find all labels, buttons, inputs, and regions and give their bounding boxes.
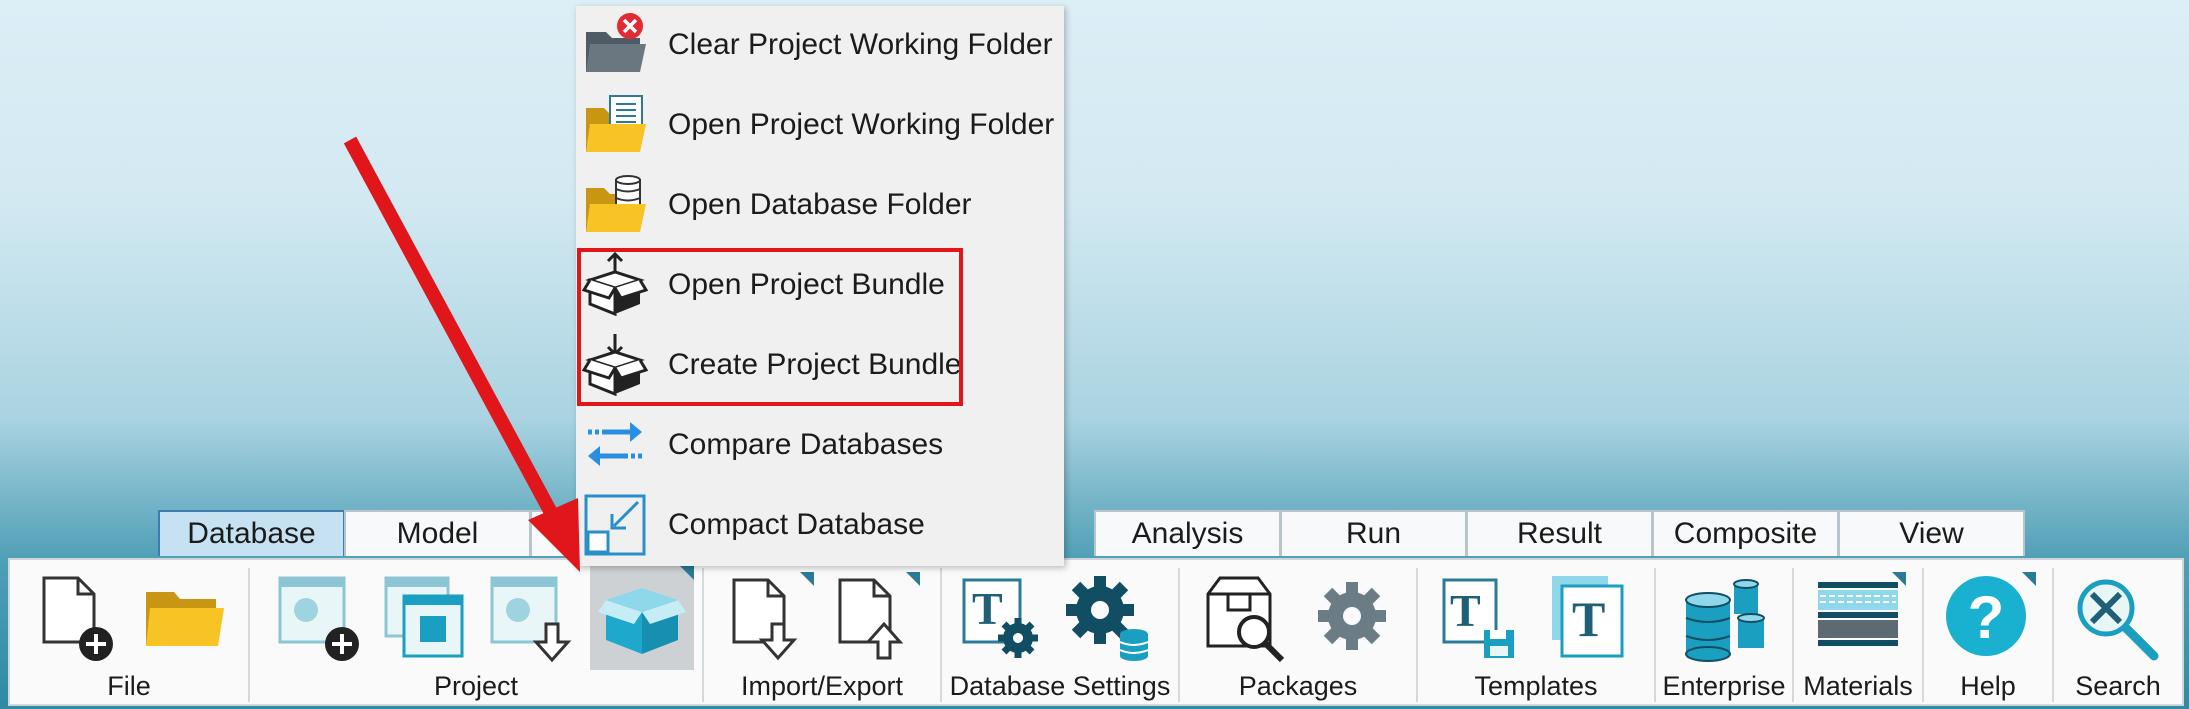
packages-group: Packages	[1180, 560, 1416, 704]
tab-run[interactable]: Run	[1280, 510, 1467, 556]
templates-group: T T Templates	[1418, 560, 1654, 704]
tab-composite[interactable]: Composite	[1652, 510, 1839, 556]
compact-icon	[582, 492, 648, 558]
enterprise-group-label: Enterprise	[1662, 671, 1786, 701]
folder-clear-icon	[582, 12, 648, 78]
tab-database[interactable]: Database	[158, 510, 345, 556]
menu-item-open-database-folder[interactable]: Open Database Folder	[576, 166, 1064, 244]
search-group: Search	[2054, 560, 2182, 704]
dropdown-indicator	[1892, 572, 1906, 586]
materials-button[interactable]	[1810, 572, 1906, 666]
new-file-button[interactable]	[30, 572, 126, 666]
packages-group-label: Packages	[1238, 671, 1358, 701]
svg-text:T: T	[1572, 591, 1605, 647]
help-group: ? Help	[1924, 560, 2052, 704]
search-group-label: Search	[2075, 671, 2161, 701]
open-folder-icon	[146, 592, 224, 646]
menu-item-compact-database[interactable]: Compact Database	[576, 486, 1064, 564]
import-project-button[interactable]	[484, 572, 580, 666]
file-group-label: File	[107, 671, 151, 701]
search-icon	[2077, 579, 2159, 661]
dropdown-indicator	[2022, 572, 2036, 586]
database-gear-button[interactable]	[1062, 572, 1158, 666]
import-export-group-label: Import/Export	[740, 671, 904, 701]
menu-item-label: Open Project Working Folder	[668, 108, 1055, 141]
templates-button[interactable]: T	[1540, 572, 1636, 666]
template-stack-icon: T	[1552, 576, 1624, 658]
open-project-icon	[384, 576, 464, 658]
text-gear-icon: T	[962, 578, 1038, 658]
enterprise-button[interactable]	[1676, 572, 1772, 666]
import-project-icon	[490, 576, 572, 663]
save-template-button[interactable]: T	[1434, 572, 1530, 666]
tab-view[interactable]: View	[1838, 510, 2025, 556]
project-group: Project	[250, 560, 702, 704]
dropdown-indicator	[906, 572, 920, 586]
menu-item-label: Compact Database	[668, 508, 925, 541]
materials-group-label: Materials	[1803, 671, 1913, 701]
search-package-button[interactable]	[1198, 572, 1294, 666]
svg-text:T: T	[1450, 585, 1481, 636]
file-group: File	[10, 560, 248, 704]
export-document-icon	[838, 578, 904, 660]
materials-group: Materials	[1794, 560, 1922, 704]
tab-model[interactable]: Model	[344, 510, 531, 556]
bundle-highlight-box	[577, 248, 963, 406]
tab-result[interactable]: Result	[1466, 510, 1653, 556]
box-icon	[598, 588, 686, 654]
templates-group-label: Templates	[1474, 671, 1598, 701]
text-settings-button[interactable]: T	[956, 572, 1052, 666]
database-settings-group-label: Database Settings	[949, 671, 1171, 701]
import-button[interactable]	[718, 572, 814, 666]
databases-icon	[1685, 579, 1765, 662]
dropdown-indicator	[800, 572, 814, 586]
ribbon-panel: File Project Import/Export T Database Se…	[8, 558, 2184, 706]
project-bundle-button[interactable]	[590, 566, 694, 670]
package-settings-button[interactable]	[1304, 572, 1400, 666]
enterprise-group: Enterprise	[1656, 560, 1792, 704]
package-search-icon	[1206, 576, 1285, 663]
compare-arrows-icon	[582, 412, 648, 478]
folder-document-icon	[582, 92, 648, 158]
menu-item-label: Compare Databases	[668, 428, 944, 461]
database-settings-group: T Database Settings	[942, 560, 1178, 704]
dropdown-indicator	[680, 566, 694, 580]
export-button[interactable]	[824, 572, 920, 666]
help-button[interactable]: ?	[1940, 572, 2036, 666]
menu-item-label: Open Database Folder	[668, 188, 972, 221]
svg-text:?: ?	[1968, 584, 2005, 651]
tab-analysis[interactable]: Analysis	[1094, 510, 1281, 556]
gear-database-icon	[1066, 576, 1149, 661]
open-project-button[interactable]	[378, 572, 474, 666]
new-file-icon	[42, 576, 113, 661]
folder-database-icon	[582, 172, 648, 238]
help-group-label: Help	[1960, 671, 2016, 701]
help-icon: ?	[1946, 576, 2026, 656]
open-file-button[interactable]	[136, 572, 232, 666]
svg-text:T: T	[972, 583, 1003, 634]
template-save-icon: T	[1442, 578, 1514, 658]
project-group-label: Project	[433, 671, 519, 701]
new-project-button[interactable]	[272, 572, 368, 666]
materials-layers-icon	[1818, 582, 1898, 646]
menu-item-label: Clear Project Working Folder	[668, 28, 1053, 61]
menu-item-open-working-folder[interactable]: Open Project Working Folder	[576, 86, 1064, 164]
menu-item-clear-working-folder[interactable]: Clear Project Working Folder	[576, 6, 1064, 84]
import-document-icon	[732, 578, 798, 661]
new-project-icon	[278, 576, 359, 661]
gear-icon	[1318, 582, 1386, 650]
import-export-group: Import/Export	[704, 560, 940, 704]
menu-item-compare-databases[interactable]: Compare Databases	[576, 406, 1064, 484]
search-button[interactable]	[2070, 572, 2166, 666]
